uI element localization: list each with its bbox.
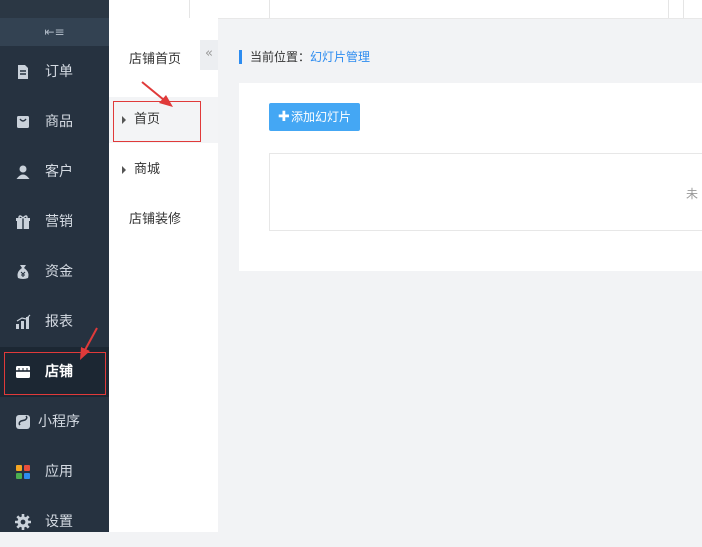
sidebar-item-marketing[interactable]: 营销	[0, 197, 109, 247]
top-bar-divider	[269, 0, 270, 18]
content-panel: ✚ 添加幻灯片 未	[239, 83, 702, 271]
sidebar-item-label: 商品	[45, 114, 73, 130]
caret-right-icon	[122, 166, 126, 174]
money-bag-icon	[17, 265, 29, 279]
slides-list-box: 未	[269, 153, 702, 231]
top-bar	[109, 0, 702, 19]
sidebar-item-label: 客户	[45, 164, 73, 180]
sidebar-item-orders[interactable]: 订单	[0, 47, 109, 97]
sidebar-top-strip	[0, 0, 109, 18]
plus-icon: ✚	[278, 109, 290, 125]
apps-grid-icon	[16, 465, 30, 479]
main-sidebar: ⇤≡ 订单 商品 客户 营销 资金 报表 店铺 小程序 应用 设置	[0, 0, 109, 532]
bar-chart-icon	[16, 314, 31, 329]
sidebar-item-label: 小程序	[38, 414, 80, 430]
sidebar-item-products[interactable]: 商品	[0, 97, 109, 147]
subnav-item-label: 店铺装修	[129, 212, 182, 227]
mini-program-icon	[16, 415, 30, 429]
empty-state-text: 未	[686, 187, 699, 201]
gear-icon	[15, 514, 31, 530]
breadcrumb-prefix: 当前位置：	[250, 50, 311, 64]
top-bar-divider	[668, 0, 669, 18]
add-slide-button[interactable]: ✚ 添加幻灯片	[269, 103, 360, 131]
add-slide-button-label: 添加幻灯片	[291, 110, 352, 124]
breadcrumb: 当前位置：幻灯片管理	[239, 50, 370, 64]
subnav-item-decoration[interactable]: 店铺装修	[109, 197, 218, 243]
annotation-arrow-home	[141, 81, 173, 107]
subnav-collapse-button[interactable]: «	[200, 40, 218, 70]
sidebar-item-label: 资金	[45, 264, 73, 280]
top-bar-divider	[683, 0, 684, 18]
bag-icon	[17, 116, 29, 128]
sidebar-item-label: 设置	[45, 514, 73, 530]
document-icon	[18, 65, 28, 79]
sidebar-item-finance[interactable]: 资金	[0, 247, 109, 297]
sidebar-item-mini-program[interactable]: 小程序	[0, 397, 109, 447]
gift-icon	[16, 215, 30, 229]
sidebar-item-label: 营销	[45, 214, 73, 230]
annotation-arrow-store	[80, 327, 98, 360]
subnav-title[interactable]: 店铺首页	[129, 48, 181, 67]
sidebar-item-label: 报表	[45, 314, 73, 330]
subnav-item-mall[interactable]: 商城	[109, 147, 218, 193]
sidebar-item-customers[interactable]: 客户	[0, 147, 109, 197]
top-bar-divider	[189, 0, 190, 18]
sidebar-item-settings[interactable]: 设置	[0, 497, 109, 547]
user-icon	[16, 165, 30, 179]
sidebar-item-label: 订单	[45, 64, 73, 80]
sidebar-collapse-button[interactable]: ⇤≡	[0, 18, 109, 46]
breadcrumb-current[interactable]: 幻灯片管理	[310, 50, 370, 64]
sidebar-item-label: 应用	[45, 464, 73, 480]
subnav-item-label: 商城	[134, 162, 161, 177]
sidebar-item-apps[interactable]: 应用	[0, 447, 109, 497]
